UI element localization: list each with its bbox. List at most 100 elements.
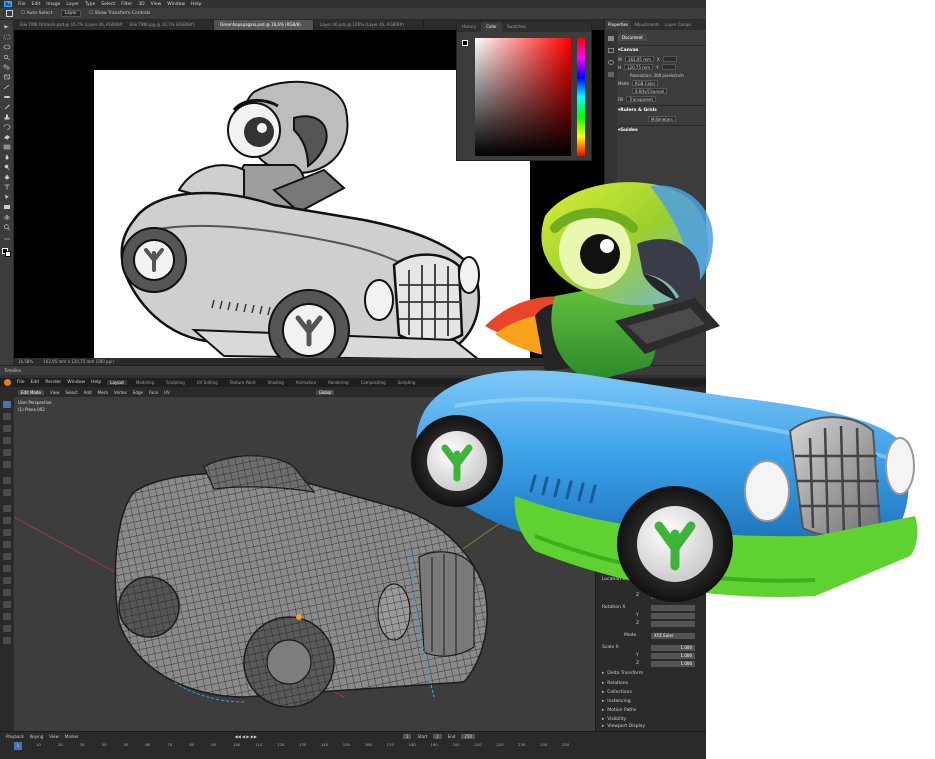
ps-menu-3d[interactable]: 3D xyxy=(138,2,144,7)
bl-header-face[interactable]: Face xyxy=(149,390,158,395)
start-frame-field[interactable]: 1 xyxy=(433,733,442,739)
eyedropper-tool-button[interactable] xyxy=(3,84,11,90)
ps-menu-type[interactable]: Type xyxy=(85,2,95,7)
rectangle-tool-button[interactable] xyxy=(3,204,11,210)
paths-icon[interactable] xyxy=(608,60,614,65)
pen-tool-button[interactable] xyxy=(3,174,11,180)
bl-menu-window[interactable]: Window xyxy=(67,380,85,385)
auto-select-target-dropdown[interactable]: Layer xyxy=(60,10,82,17)
color-picker-field[interactable] xyxy=(475,38,571,156)
hue-slider[interactable] xyxy=(577,38,585,156)
brushes-icon[interactable] xyxy=(608,72,614,77)
channels-icon[interactable] xyxy=(608,48,614,53)
workspace-tab-sculpting[interactable]: Sculpting xyxy=(163,380,188,385)
tab-swatches[interactable]: Swatches xyxy=(502,22,531,32)
scale-y-field[interactable]: 1.000 xyxy=(651,653,695,659)
ps-doc-tab[interactable]: Layer 46.psb @ 100% (Layer 46, RGB/8#) xyxy=(314,20,424,30)
current-frame-field[interactable]: 1 xyxy=(402,733,412,739)
ps-menu-layer[interactable]: Layer xyxy=(66,2,79,7)
rip-tool-button[interactable] xyxy=(3,637,11,644)
section-collections[interactable]: ▸ Collections xyxy=(602,690,632,695)
canvas-y-field[interactable] xyxy=(661,64,676,70)
bl-menu-help[interactable]: Help xyxy=(91,380,101,385)
move-tool-button[interactable] xyxy=(3,24,11,30)
ps-menu-file[interactable]: File xyxy=(18,2,26,7)
section-viewport-display[interactable]: ▸ Viewport Display xyxy=(602,724,645,729)
poly-build-tool-button[interactable] xyxy=(3,565,11,572)
workspace-tab-layout[interactable]: Layout xyxy=(107,380,127,385)
edge-slide-tool-button[interactable] xyxy=(3,601,11,608)
timeline-menu-playback[interactable]: Playback xyxy=(6,734,24,739)
ps-menu-edit[interactable]: Edit xyxy=(32,2,41,7)
bl-header-uv[interactable]: UV xyxy=(164,390,170,395)
knife-tool-button[interactable] xyxy=(3,553,11,560)
ps-doc-tab[interactable]: Elie TINK.jpg @ 16,7% (RGB/8#) xyxy=(124,20,214,30)
blender-logo-icon[interactable] xyxy=(4,379,11,386)
clone-stamp-tool-button[interactable] xyxy=(3,114,11,120)
tab-properties[interactable]: Properties xyxy=(605,20,632,30)
mode-dropdown[interactable]: RGB Color xyxy=(631,80,659,86)
eraser-tool-button[interactable] xyxy=(3,134,11,140)
more-tools-icon[interactable] xyxy=(3,236,11,242)
ps-menu-filter[interactable]: Filter xyxy=(121,2,132,7)
frame-tool-button[interactable] xyxy=(3,74,11,80)
loop-cut-tool-button[interactable] xyxy=(3,541,11,548)
ps-menu-window[interactable]: Window xyxy=(167,2,185,7)
timeline-label[interactable]: Timeline xyxy=(4,368,21,373)
depth-dropdown[interactable]: 8 Bits/Channel xyxy=(632,88,668,94)
canvas-width-field[interactable]: 162,95 mm xyxy=(624,56,655,62)
zoom-level[interactable]: 16,58% xyxy=(18,359,33,364)
rotation-mode-dropdown[interactable]: XYZ Euler xyxy=(651,633,695,639)
play-controls-icon[interactable]: ◀◀ ◀ ▶ ▶▶ xyxy=(235,734,257,739)
ps-menu-select[interactable]: Select xyxy=(101,2,115,7)
timeline-playhead[interactable]: 1 xyxy=(14,742,22,750)
workspace-tab-texture-paint[interactable]: Texture Paint xyxy=(227,380,259,385)
rotation-z-field[interactable] xyxy=(651,621,695,627)
auto-select-checkbox[interactable]: ☐ Auto-Select xyxy=(21,11,53,16)
end-frame-field[interactable]: 250 xyxy=(461,733,476,739)
move-tool-button[interactable] xyxy=(3,425,11,432)
bl-menu-file[interactable]: File xyxy=(17,380,25,385)
spin-tool-button[interactable] xyxy=(3,577,11,584)
crop-tool-button[interactable] xyxy=(3,64,11,70)
type-tool-button[interactable] xyxy=(3,184,11,190)
timeline-menu-view[interactable]: View xyxy=(49,734,59,739)
bl-header-vertex[interactable]: Vertex xyxy=(114,390,127,395)
workspace-tab-shading[interactable]: Shading xyxy=(264,380,286,385)
measure-tool-button[interactable] xyxy=(3,489,11,496)
workspace-tab-uv-editing[interactable]: UV Editing xyxy=(194,380,221,385)
workspace-tab-compositing[interactable]: Compositing xyxy=(358,380,389,385)
shear-tool-button[interactable] xyxy=(3,625,11,632)
scale-x-field[interactable]: 1.000 xyxy=(651,645,695,651)
tab-history[interactable]: History xyxy=(457,22,481,32)
background-color-swatch[interactable] xyxy=(5,251,11,257)
smooth-tool-button[interactable] xyxy=(3,589,11,596)
timeline-ruler[interactable]: 1102030405060708090100110120130140150160… xyxy=(14,742,574,750)
edit-mode-dropdown[interactable]: Edit Mode xyxy=(18,389,44,395)
tab-layer-comps[interactable]: Layer Comps xyxy=(662,20,694,30)
timeline-menu-keying[interactable]: Keying xyxy=(30,734,43,739)
ps-doc-tab-active[interactable]: Desenhopapagaio.psd @ 16,6% (RGB/8) xyxy=(214,20,314,30)
marquee-tool-button[interactable] xyxy=(3,34,11,40)
cursor-tool-button[interactable] xyxy=(3,413,11,420)
units-dropdown[interactable]: Millimeters xyxy=(648,116,677,122)
extrude-tool-button[interactable] xyxy=(3,505,11,512)
rotate-tool-button[interactable] xyxy=(3,437,11,444)
shrink-fatten-tool-button[interactable] xyxy=(3,613,11,620)
gradient-tool-button[interactable] xyxy=(3,144,11,150)
lasso-tool-button[interactable] xyxy=(3,44,11,50)
scale-z-field[interactable]: 1.000 xyxy=(651,661,695,667)
canvas-x-field[interactable] xyxy=(662,56,677,62)
hand-tool-button[interactable] xyxy=(3,214,11,220)
workspace-tab-animation[interactable]: Animation xyxy=(293,380,319,385)
ps-menu-view[interactable]: View xyxy=(151,2,162,7)
transform-tool-button[interactable] xyxy=(3,461,11,468)
section-instancing[interactable]: ▸ Instancing xyxy=(602,699,631,704)
section-relations[interactable]: ▸ Relations xyxy=(602,681,628,686)
bl-header-edge[interactable]: Edge xyxy=(133,390,143,395)
canvas-height-field[interactable]: 120,75 mm xyxy=(624,64,654,70)
ps-menu-image[interactable]: Image xyxy=(46,2,60,7)
path-select-tool-button[interactable] xyxy=(3,194,11,200)
fill-dropdown[interactable]: Transparent xyxy=(626,96,657,102)
timeline-menu-marker[interactable]: Marker xyxy=(65,734,79,739)
